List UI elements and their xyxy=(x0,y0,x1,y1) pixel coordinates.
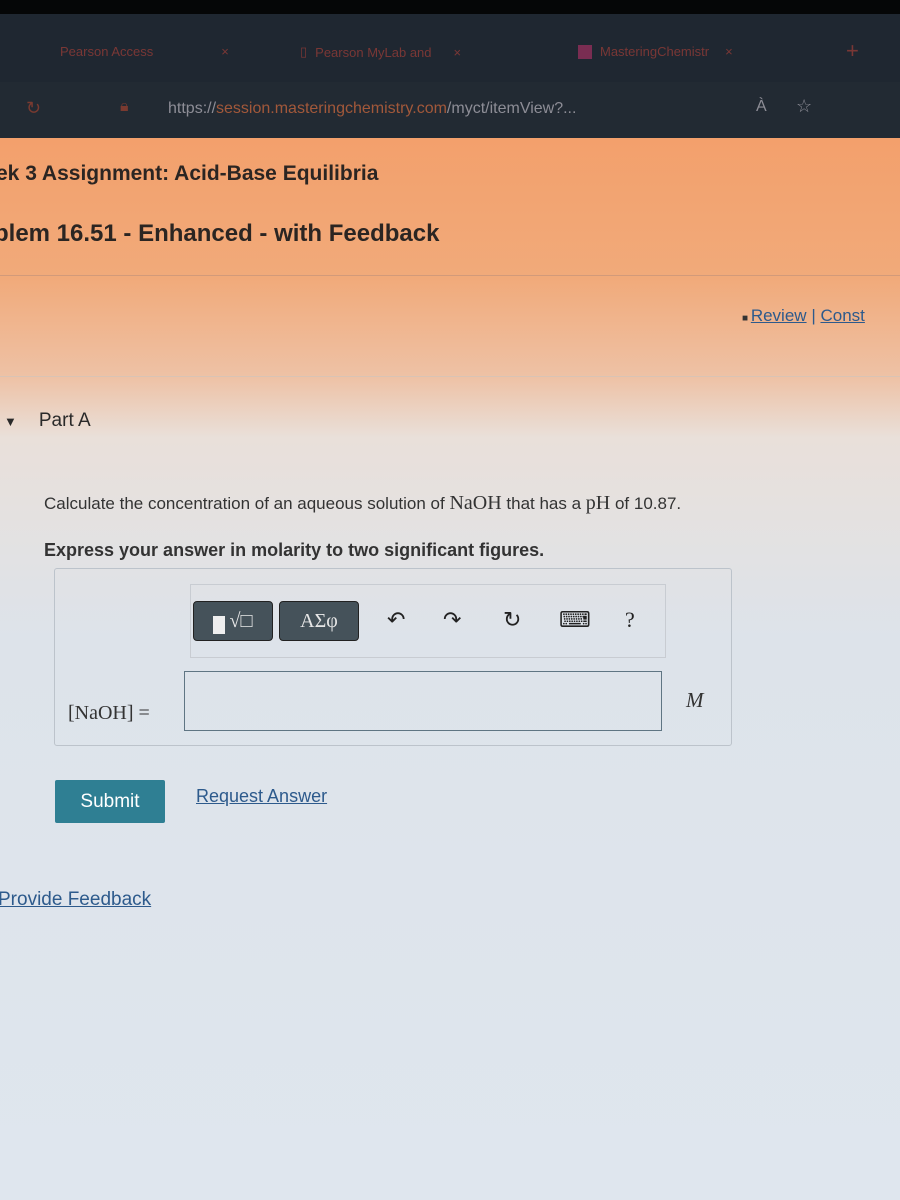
favorite-star-icon[interactable]: ☆ xyxy=(796,96,812,117)
close-icon[interactable]: × xyxy=(454,45,462,60)
q-ph: pH xyxy=(585,492,611,514)
unit-label: M xyxy=(686,688,704,712)
answer-label: [NaOH] = xyxy=(68,702,150,724)
url-field[interactable]: https://session.masteringchemistry.com/m… xyxy=(168,100,576,118)
separator: | xyxy=(811,306,816,325)
q-post: of 10.87. xyxy=(610,494,682,513)
answer-input[interactable] xyxy=(184,671,662,731)
reset-icon[interactable]: ↻ xyxy=(503,607,521,633)
assignment-title: ek 3 Assignment: Acid-Base Equilibria xyxy=(0,162,379,185)
tab-label: Pearson Access xyxy=(60,44,154,59)
tab-bar: Pearson Access × ▯ Pearson MyLab and × Mast… xyxy=(0,14,900,82)
tab-pearson-mylab[interactable]: ▯ Pearson MyLab and × xyxy=(300,44,461,60)
close-icon[interactable]: × xyxy=(221,44,229,59)
keyboard-icon[interactable]: ⌨ xyxy=(559,607,591,633)
undo-icon[interactable]: ↶ xyxy=(387,607,405,633)
q-species: NaOH xyxy=(449,492,502,514)
read-aloud-icon[interactable]: À xyxy=(756,98,767,116)
part-a-toggle[interactable]: ▼ Part A xyxy=(4,410,91,432)
math-toolbar: √□ ΑΣφ ↶ ↷ ↻ ⌨ ? xyxy=(190,584,666,658)
document-icon: ▯ xyxy=(300,44,308,59)
address-bar: ↻ 🔒︎ https://session.masteringchemistry.… xyxy=(0,82,900,138)
new-tab-button[interactable]: + xyxy=(846,38,859,64)
q-mid: that has a xyxy=(501,494,586,513)
screen-bezel xyxy=(0,0,900,14)
url-path: /myct/itemView?... xyxy=(446,100,577,117)
sqrt-icon: √□ xyxy=(229,609,253,632)
templates-button[interactable]: √□ xyxy=(193,601,273,641)
review-link[interactable]: Review xyxy=(751,306,807,325)
review-links: ■ Review | Const xyxy=(742,306,865,326)
tab-label: Pearson MyLab and xyxy=(315,44,432,60)
url-domain: session.masteringchemistry.com xyxy=(216,100,447,117)
help-icon[interactable]: ? xyxy=(625,607,635,633)
refresh-icon[interactable]: ↻ xyxy=(26,98,41,119)
page-content: ek 3 Assignment: Acid-Base Equilibria bl… xyxy=(0,138,900,1200)
q-pre: Calculate the concentration of an aqueou… xyxy=(44,494,450,513)
greek-symbols-button[interactable]: ΑΣφ xyxy=(279,601,359,641)
close-icon[interactable]: × xyxy=(725,44,733,59)
lock-icon[interactable]: 🔒︎ xyxy=(120,98,129,116)
caret-down-icon: ▼ xyxy=(4,413,17,429)
question-text: Calculate the concentration of an aqueou… xyxy=(44,492,681,515)
submit-button[interactable]: Submit xyxy=(55,780,165,823)
divider xyxy=(0,376,900,377)
problem-title: blem 16.51 - Enhanced - with Feedback xyxy=(0,220,440,247)
tab-mastering-chemistry[interactable]: MasteringChemistr × xyxy=(578,44,733,59)
provide-feedback-link[interactable]: Provide Feedback xyxy=(0,889,151,911)
template-box-icon xyxy=(213,616,226,634)
constants-link[interactable]: Const xyxy=(820,306,864,325)
part-label: Part A xyxy=(38,410,91,431)
redo-icon[interactable]: ↷ xyxy=(443,607,461,633)
book-icon: ■ xyxy=(742,313,751,324)
instruction-text: Express your answer in molarity to two s… xyxy=(44,540,545,560)
divider xyxy=(0,275,900,276)
request-answer-link[interactable]: Request Answer xyxy=(196,786,327,807)
tab-pearson-access[interactable]: Pearson Access × xyxy=(60,44,229,59)
favicon-icon xyxy=(578,44,592,59)
tab-label: MasteringChemistr xyxy=(600,44,710,59)
url-prefix: https:// xyxy=(168,100,217,117)
